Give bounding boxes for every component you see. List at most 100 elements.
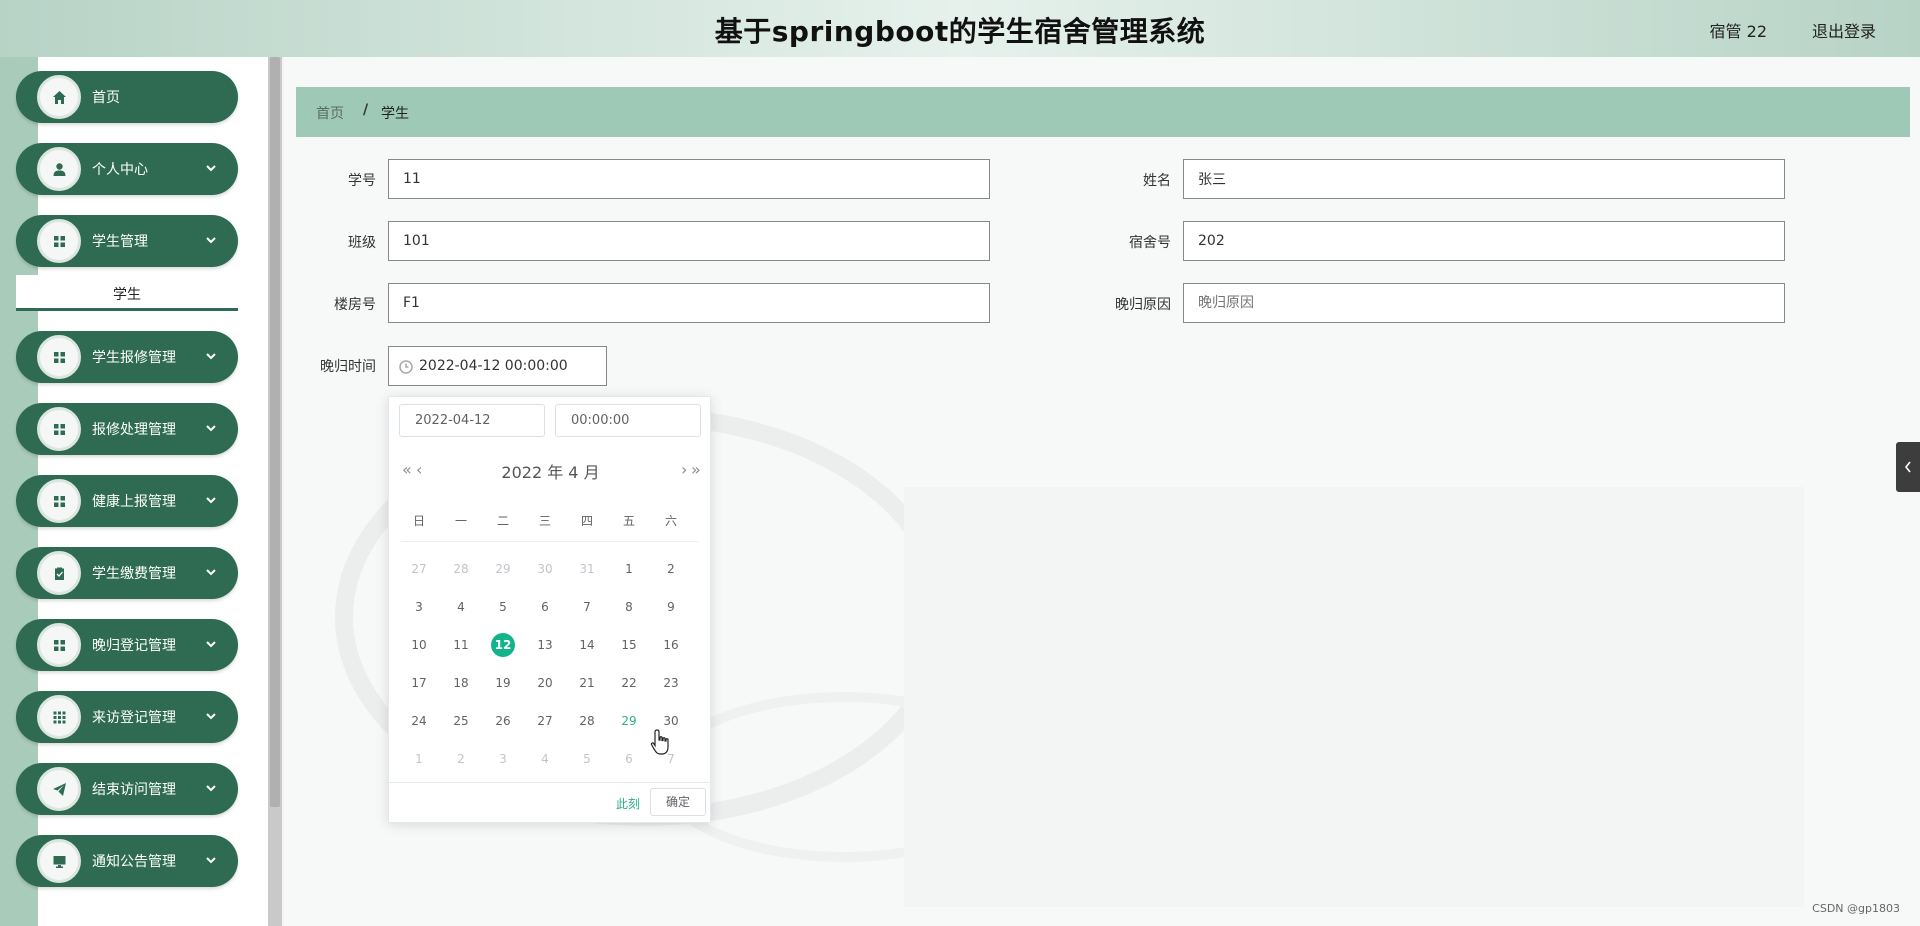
next-month-button[interactable]: › [681, 460, 687, 479]
calendar-day[interactable]: 21 [573, 670, 601, 696]
calendar-day[interactable]: 3 [489, 746, 517, 772]
chevron-down-icon [204, 160, 218, 174]
calendar-day[interactable]: 29 [615, 708, 643, 734]
credit-watermark: CSDN @gp1803 [1812, 902, 1900, 915]
calendar-day[interactable]: 24 [405, 708, 433, 734]
calendar-day[interactable]: 22 [615, 670, 643, 696]
sidebar-item-label: 报修处理管理 [92, 422, 176, 438]
sidebar-item-label: 结束访问管理 [92, 782, 176, 798]
picker-date-input[interactable]: 2022-04-12 [399, 404, 545, 437]
late-time-label: 晚归时间 [320, 359, 376, 375]
student-no-input[interactable] [388, 159, 990, 199]
calendar-day-selected[interactable]: 12 [489, 632, 517, 658]
chevron-down-icon [204, 420, 218, 434]
sidebar-scrollbar[interactable] [268, 57, 282, 926]
sidebar-item-label: 学生缴费管理 [92, 566, 176, 582]
sidebar-item-5[interactable]: 健康上报管理 [16, 475, 238, 527]
app-title: 基于springboot的学生宿舍管理系统 [714, 15, 1206, 48]
calendar-day[interactable]: 13 [531, 632, 559, 658]
calendar-day[interactable]: 2 [657, 556, 685, 582]
sidebar-item-10[interactable]: 通知公告管理 [16, 835, 238, 887]
sidebar-item-3[interactable]: 学生报修管理 [16, 331, 238, 383]
late-reason-input[interactable] [1183, 283, 1785, 323]
sidebar-item-9[interactable]: 结束访问管理 [16, 763, 238, 815]
calendar-day[interactable]: 8 [615, 594, 643, 620]
calendar-day[interactable]: 19 [489, 670, 517, 696]
next-year-button[interactable]: » [691, 460, 701, 479]
sidebar-item-6[interactable]: 学生缴费管理 [16, 547, 238, 599]
calendar-day[interactable]: 11 [447, 632, 475, 658]
calendar-day[interactable]: 28 [447, 556, 475, 582]
calendar-day[interactable]: 31 [573, 556, 601, 582]
calendar-day[interactable]: 27 [405, 556, 433, 582]
confirm-button[interactable]: 确定 [650, 788, 706, 816]
chevron-down-icon [204, 636, 218, 650]
sidebar-item-label: 晚归登记管理 [92, 638, 176, 654]
late-reason-label: 晚归原因 [1115, 297, 1171, 313]
calendar-day[interactable]: 25 [447, 708, 475, 734]
calendar-day[interactable]: 10 [405, 632, 433, 658]
breadcrumb-current: 学生 [381, 106, 409, 122]
logout-link[interactable]: 退出登录 [1812, 18, 1876, 42]
picker-month-title: 2022 年 4 月 [501, 463, 600, 482]
calendar-day[interactable]: 27 [531, 708, 559, 734]
grid-icon [53, 495, 65, 507]
breadcrumb-home[interactable]: 首页 [316, 103, 344, 123]
building-no-input[interactable] [388, 283, 990, 323]
breadcrumb: 首页 / 学生 [296, 87, 1910, 137]
weekday-label: 四 [580, 514, 593, 528]
name-input[interactable] [1183, 159, 1785, 199]
apps-icon [53, 711, 65, 723]
class-input[interactable] [388, 221, 990, 261]
calendar-day[interactable]: 4 [447, 594, 475, 620]
calendar-day[interactable]: 1 [615, 556, 643, 582]
late-time-datetime-input[interactable]: 2022-04-12 00:00:00 [388, 346, 607, 386]
class-label: 班级 [348, 235, 376, 251]
calendar-day[interactable]: 28 [573, 708, 601, 734]
calendar-day[interactable]: 2 [447, 746, 475, 772]
submenu-item-student[interactable]: 学生 [16, 275, 238, 311]
sidebar-item-0[interactable]: 首页 [16, 71, 238, 123]
send-icon [52, 782, 66, 796]
calendar-day[interactable]: 6 [531, 594, 559, 620]
name-label: 姓名 [1143, 173, 1171, 189]
calendar-day[interactable]: 17 [405, 670, 433, 696]
sidebar-item-2[interactable]: 学生管理 [16, 215, 238, 267]
collapse-panel-button[interactable] [1896, 442, 1920, 492]
dorm-no-input[interactable] [1183, 221, 1785, 261]
building-no-label: 楼房号 [334, 297, 376, 313]
now-button[interactable]: 此刻 [616, 795, 640, 812]
calendar-day[interactable]: 5 [489, 594, 517, 620]
calendar-day[interactable]: 4 [531, 746, 559, 772]
calendar-day[interactable]: 9 [657, 594, 685, 620]
picker-time-input[interactable]: 00:00:00 [555, 404, 701, 437]
menu-icon-badge [37, 147, 81, 191]
calendar-day[interactable]: 14 [573, 632, 601, 658]
sidebar-item-8[interactable]: 来访登记管理 [16, 691, 238, 743]
sidebar-item-1[interactable]: 个人中心 [16, 143, 238, 195]
scrollbar-thumb[interactable] [270, 57, 280, 807]
calendar-day[interactable]: 3 [405, 594, 433, 620]
calendar-day[interactable]: 15 [615, 632, 643, 658]
calendar-day[interactable]: 23 [657, 670, 685, 696]
sidebar-item-7[interactable]: 晚归登记管理 [16, 619, 238, 671]
calendar-day[interactable]: 18 [447, 670, 475, 696]
menu-icon-badge [37, 623, 81, 667]
calendar-day[interactable]: 30 [531, 556, 559, 582]
calendar-day[interactable]: 5 [573, 746, 601, 772]
calendar-day[interactable]: 7 [573, 594, 601, 620]
sidebar-item-4[interactable]: 报修处理管理 [16, 403, 238, 455]
menu-icon-badge [37, 407, 81, 451]
calendar-day[interactable]: 20 [531, 670, 559, 696]
calendar-day[interactable]: 26 [489, 708, 517, 734]
calendar-day[interactable]: 1 [405, 746, 433, 772]
pointer-hand-cursor [650, 729, 669, 755]
current-user: 宿管 22 [1709, 22, 1767, 41]
menu-icon-badge [37, 219, 81, 263]
calendar-day[interactable]: 6 [615, 746, 643, 772]
menu-icon-badge [37, 767, 81, 811]
sidebar-item-label: 首页 [92, 90, 120, 106]
chevron-down-icon [204, 232, 218, 246]
calendar-day[interactable]: 29 [489, 556, 517, 582]
calendar-day[interactable]: 16 [657, 632, 685, 658]
